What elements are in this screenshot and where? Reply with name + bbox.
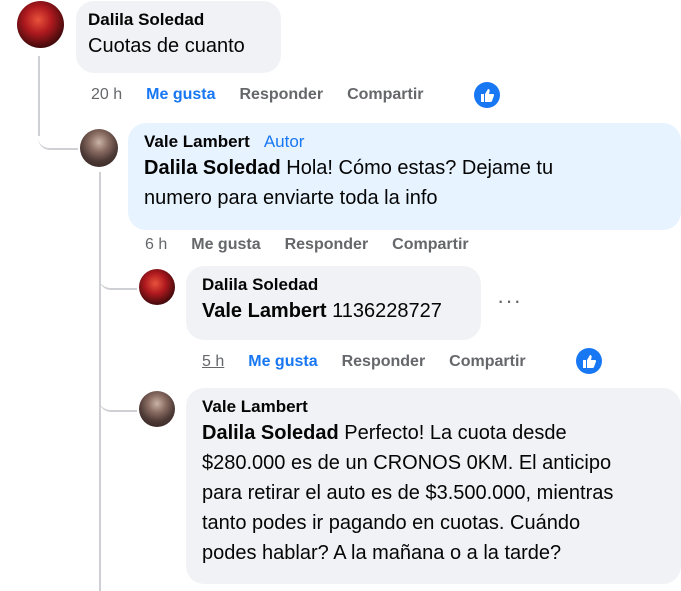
comment-actions: 20 h Me gusta Responder Compartir	[91, 86, 448, 104]
avatar[interactable]	[139, 269, 175, 305]
share-button[interactable]: Compartir	[347, 86, 423, 104]
mention-link[interactable]: Dalila Soledad	[144, 157, 281, 179]
comment-author[interactable]: Vale Lambert	[202, 396, 669, 418]
comment-text-line: numero para enviarte toda la info	[144, 187, 438, 209]
comment-text-line: podes hablar? A la mañana o a la tarde?	[202, 542, 562, 564]
avatar[interactable]	[80, 129, 118, 167]
comment-actions: 5 h Me gusta Responder Compartir	[202, 353, 550, 371]
comment-time[interactable]: 5 h	[202, 353, 224, 371]
comment-bubble: Dalila Soledad Cuotas de cuanto	[76, 1, 281, 73]
comment-text-line: tanto podes ir pagando en cuotas. Cuándo	[202, 512, 581, 534]
comment-author: Vale Lambert Autor	[144, 131, 669, 153]
comment-text-line: $280.000 es de un CRONOS 0KM. El anticip…	[202, 452, 612, 474]
comment-actions: 6 h Me gusta Responder Compartir	[145, 236, 493, 254]
comment-author[interactable]: Dalila Soledad	[88, 9, 269, 31]
thread-curve-1	[38, 120, 78, 150]
reply-button[interactable]: Responder	[285, 236, 369, 254]
comment-time[interactable]: 20 h	[91, 86, 122, 104]
avatar[interactable]	[139, 391, 175, 427]
thumbs-up-icon	[481, 89, 495, 102]
comment-text-line: para retirar el auto es de $3.500.000, m…	[202, 482, 614, 504]
reply-button[interactable]: Responder	[239, 86, 323, 104]
more-options-icon[interactable]: ···	[497, 288, 522, 314]
like-button[interactable]: Me gusta	[248, 353, 317, 371]
comment-bubble: Vale Lambert Dalila Soledad Perfecto! La…	[186, 388, 681, 584]
like-button[interactable]: Me gusta	[146, 86, 215, 104]
comment-author[interactable]: Dalila Soledad	[202, 274, 469, 296]
mention-link[interactable]: Dalila Soledad	[202, 422, 339, 444]
comment-text-line: Perfecto! La cuota desde	[338, 422, 567, 444]
comment-text-line: 1136228727	[326, 300, 442, 322]
like-reaction-icon[interactable]	[576, 348, 602, 374]
thread-curve-2	[99, 270, 137, 290]
like-button[interactable]: Me gusta	[191, 236, 260, 254]
comment-text: Cuotas de cuanto	[88, 35, 245, 57]
comment-bubble: Vale Lambert Autor Dalila Soledad Hola! C…	[128, 123, 681, 230]
comment-time[interactable]: 6 h	[145, 236, 167, 254]
thumbs-up-icon	[583, 355, 597, 368]
share-button[interactable]: Compartir	[392, 236, 468, 254]
thread-curve-3	[99, 392, 137, 412]
comment-author-name[interactable]: Vale Lambert	[144, 132, 250, 151]
mention-link[interactable]: Vale Lambert	[202, 300, 327, 322]
comment-bubble: Dalila Soledad Vale Lambert 1136228727	[186, 266, 481, 340]
comment-text: Dalila Soledad Perfecto! La cuota desde …	[202, 418, 669, 568]
author-badge: Autor	[263, 132, 305, 151]
comment-text: Vale Lambert 1136228727	[202, 296, 469, 326]
comment-text: Dalila Soledad Hola! Cómo estas? Dejame …	[144, 153, 669, 213]
reply-button[interactable]: Responder	[342, 353, 426, 371]
thread-line-reply	[99, 172, 101, 591]
like-reaction-icon[interactable]	[474, 82, 500, 108]
avatar[interactable]	[17, 1, 64, 48]
comment-text-line: Hola! Cómo estas? Dejame tu	[280, 157, 554, 179]
share-button[interactable]: Compartir	[449, 353, 525, 371]
